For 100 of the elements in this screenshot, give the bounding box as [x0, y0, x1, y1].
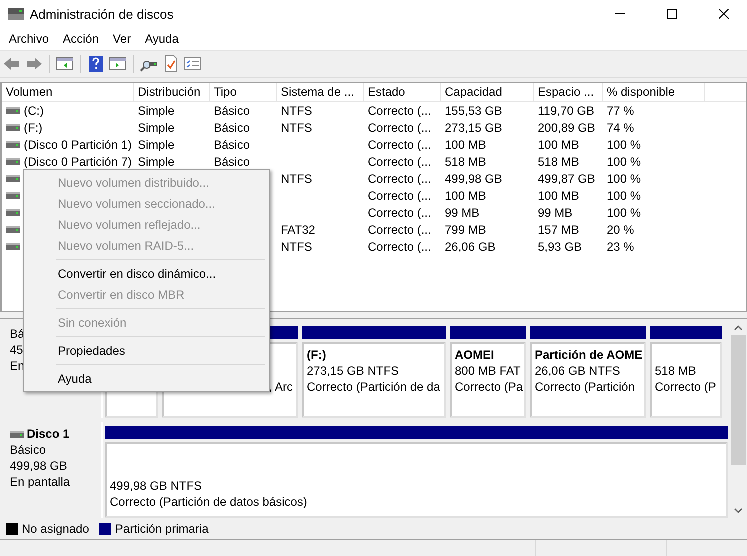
column-header[interactable]: Espacio ... [534, 83, 603, 101]
column-header[interactable]: % disponible [603, 83, 705, 101]
table-cell: 100 % [607, 154, 642, 168]
scroll-up-icon[interactable] [734, 324, 743, 333]
table-cell: Simple [138, 104, 175, 118]
forward-arrow-icon[interactable] [25, 55, 43, 73]
table-cell: Correcto (... [368, 240, 432, 254]
partition-box[interactable]: AOMEI 800 MB FAT Correcto (Pa [450, 342, 526, 418]
drive-icon [6, 209, 20, 216]
panel-icon[interactable] [56, 55, 74, 73]
partition-status: Correcto (Pa [455, 380, 524, 394]
table-cell: 5,93 GB [538, 240, 582, 254]
table-cell: 20 % [607, 222, 634, 236]
partition-status: , Arc [268, 380, 293, 394]
drive-icon [6, 107, 20, 114]
table-cell: Simple [138, 138, 175, 152]
context-menu-item[interactable]: Propiedades [26, 340, 267, 361]
table-cell: 155,53 GB [445, 104, 502, 118]
table-cell: 26,06 GB [445, 240, 496, 254]
column-header[interactable]: Sistema de ... [277, 83, 364, 101]
drive-icon [6, 243, 20, 250]
table-cell: Correcto (... [368, 120, 432, 134]
table-cell: 100 % [607, 172, 642, 186]
partition-title: Partición de AOME [535, 348, 643, 362]
table-cell: 23 % [607, 240, 634, 254]
menu-item[interactable]: Ayuda [138, 32, 186, 46]
table-cell: 100 % [607, 188, 642, 202]
table-cell: NTFS [281, 240, 312, 254]
drive-icon [6, 158, 20, 165]
table-cell: 518 MB [445, 154, 486, 168]
partition-size: 499,98 GB NTFS [110, 479, 202, 493]
menu-item[interactable]: Archivo [2, 32, 56, 46]
table-cell: 100 MB [445, 188, 486, 202]
table-cell: 119,70 GB [538, 104, 594, 118]
disk-info-text: En pantalla [10, 474, 70, 490]
table-cell: Correcto (... [368, 206, 432, 220]
menu-item[interactable]: Ver [106, 32, 138, 46]
table-cell: 100 % [607, 138, 642, 152]
table-cell: Correcto (... [368, 222, 432, 236]
column-header[interactable]: Capacidad [441, 83, 534, 101]
partition-status: Correcto (Partición de da [307, 380, 440, 394]
table-cell: (Disco 0 Partición 1) [24, 138, 132, 152]
table-cell: 99 MB [538, 206, 573, 220]
table-cell: FAT32 [281, 222, 316, 236]
table-cell: 157 MB [538, 222, 580, 236]
table-cell: Simple [138, 120, 175, 134]
disk-info-text: 45 [10, 342, 24, 358]
disk-management-icon [8, 8, 24, 20]
partition-box[interactable]: (F:) 273,15 GB NTFS Correcto (Partición de da [302, 342, 446, 418]
help-icon[interactable] [87, 55, 105, 73]
legend-label: No asignado [22, 522, 90, 536]
drive-icon [6, 226, 20, 233]
table-cell: 518 MB [538, 154, 580, 168]
column-header[interactable]: Tipo [210, 83, 277, 101]
partition-box[interactable]: 499,98 GB NTFS Correcto (Partición de datos básicos) [105, 442, 728, 518]
drive-icon [6, 141, 20, 148]
drive-icon [6, 175, 20, 182]
partition-box[interactable]: 518 MB Correcto (P [650, 342, 722, 418]
table-cell: 100 MB [538, 188, 580, 202]
context-menu-item[interactable]: Convertir en disco dinámico... [26, 263, 267, 284]
partition-box[interactable]: Partición de AOME 26,06 GB NTFS Correcto (Partición [530, 342, 646, 418]
table-cell: 200,89 GB [538, 120, 596, 134]
table-cell: 74 % [607, 120, 634, 134]
partition-status: Correcto (Partición [535, 380, 636, 394]
table-cell: Correcto (... [368, 154, 432, 168]
maximize-icon [667, 9, 677, 19]
partition-size: 800 MB FAT [455, 364, 521, 378]
column-header[interactable]: Distribución [134, 83, 210, 101]
table-cell: 100 MB [538, 138, 580, 152]
table-cell: (Disco 0 Partición 7) [24, 154, 132, 168]
column-header[interactable]: Volumen [2, 83, 134, 101]
partition-size: 273,15 GB NTFS [307, 364, 400, 378]
disk-name: Disco 1 [27, 426, 70, 442]
properties-icon[interactable] [184, 55, 202, 73]
column-header[interactable]: Estado [364, 83, 441, 101]
table-cell: 499,98 GB [445, 172, 502, 186]
partition-status: Correcto (P [655, 380, 716, 394]
drive-icon [6, 124, 20, 131]
partition-size: 518 MB [655, 364, 696, 378]
menu-item[interactable]: Acción [56, 32, 106, 46]
table-cell: 273,15 GB [445, 120, 502, 134]
table-cell: 100 % [607, 206, 642, 220]
partition-status: Correcto (Partición de datos básicos) [110, 495, 308, 509]
table-cell: Correcto (... [368, 104, 432, 118]
table-cell: Básico [214, 154, 250, 168]
table-cell: 499,87 GB [538, 172, 596, 186]
scroll-down-icon[interactable] [734, 506, 743, 515]
table-cell: NTFS [281, 104, 312, 118]
panel-icon[interactable] [109, 55, 127, 73]
disk-info-text: 499,98 GB [10, 458, 68, 474]
table-cell: 799 MB [445, 222, 486, 236]
table-cell: 100 MB [445, 138, 486, 152]
legend-label: Partición primaria [115, 522, 209, 536]
partition-size: 26,06 GB NTFS [535, 364, 620, 378]
drive-icon [10, 430, 24, 438]
table-cell: Correcto (... [368, 172, 432, 186]
disk-info-text: Básico [10, 442, 46, 458]
context-menu-item[interactable]: Ayuda [26, 368, 267, 389]
table-cell: NTFS [281, 120, 312, 134]
back-arrow-icon[interactable] [3, 55, 21, 73]
